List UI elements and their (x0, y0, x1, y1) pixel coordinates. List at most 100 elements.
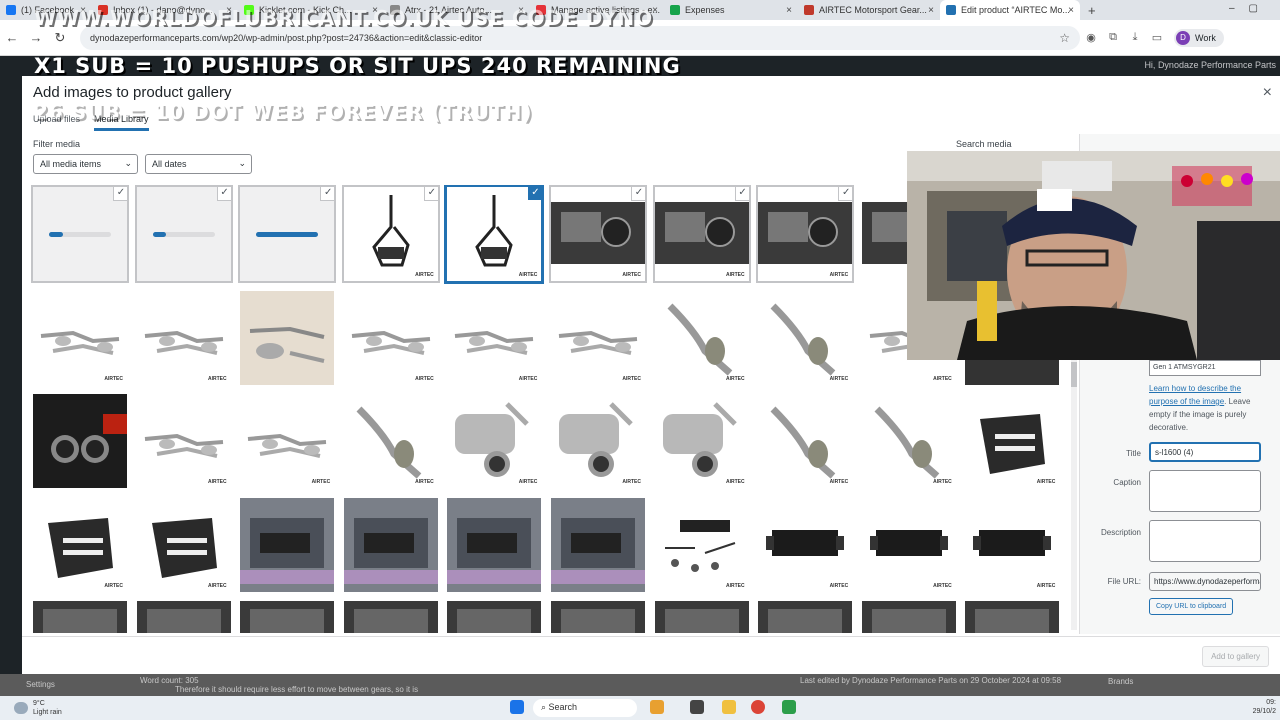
windows-start-icon[interactable] (510, 700, 524, 714)
media-thumbnail[interactable]: AIRTEC (33, 497, 127, 592)
media-thumbnail[interactable]: AIRTEC (758, 290, 853, 385)
media-thumbnail[interactable]: AIRTEC ✓ (341, 185, 440, 283)
thumbnail-image (861, 497, 956, 592)
media-thumbnail[interactable] (240, 497, 335, 592)
wp-settings-menu[interactable]: Settings (26, 680, 55, 689)
alt-text-help: Learn how to describe the purpose of the… (1149, 382, 1264, 434)
media-thumbnail[interactable]: ✓ (134, 185, 233, 283)
forward-icon[interactable]: → (24, 30, 48, 45)
media-thumbnail[interactable] (240, 290, 335, 385)
media-thumbnail[interactable] (861, 601, 956, 633)
media-thumbnail[interactable]: AIRTEC (136, 497, 231, 592)
checkmark-icon[interactable]: ✓ (113, 187, 127, 201)
file-explorer-icon[interactable] (722, 700, 736, 714)
media-thumbnail[interactable]: AIRTEC (758, 394, 853, 489)
media-thumbnail[interactable] (551, 601, 645, 633)
date-filter[interactable]: All dates ⌄ (145, 154, 252, 174)
media-thumbnail[interactable]: AIRTEC (654, 497, 749, 592)
media-thumbnail[interactable]: AIRTEC ✓ (652, 185, 751, 283)
extension-icon[interactable]: ◉ (1080, 31, 1102, 44)
system-clock[interactable]: 09: 29/10/2 (1253, 698, 1276, 716)
browser-tab[interactable]: Edit product “AIRTEC Mo... × (940, 0, 1080, 20)
media-thumbnail[interactable]: AIRTEC (136, 290, 231, 385)
app-icon[interactable] (782, 700, 796, 714)
file-url-field[interactable]: https://www.dynodazeperformanceparts.com (1149, 572, 1261, 591)
brand-watermark: AIRTEC (725, 272, 745, 278)
media-thumbnail[interactable]: AIRTEC (654, 290, 749, 385)
thumbnail-image (343, 394, 438, 489)
browser-tab[interactable]: AIRTEC Motorsport Gear... × (798, 0, 940, 20)
wp-greeting[interactable]: Hi, Dynodaze Performance Parts (1144, 60, 1276, 70)
media-thumbnail[interactable]: AIRTEC ✓ (549, 185, 647, 283)
media-grid-scrollbar[interactable] (1071, 360, 1077, 630)
media-thumbnail[interactable]: AIRTEC (965, 394, 1060, 489)
copy-url-button[interactable]: Copy URL to clipboard (1149, 598, 1234, 615)
media-thumbnail[interactable]: AIRTEC (551, 394, 645, 489)
description-field[interactable] (1149, 520, 1261, 562)
media-thumbnail[interactable]: AIRTEC (343, 394, 438, 489)
back-icon[interactable]: ← (0, 30, 24, 45)
media-thumbnail[interactable] (654, 601, 749, 633)
media-thumbnail[interactable] (758, 601, 853, 633)
chrome-icon[interactable] (751, 700, 765, 714)
media-thumbnail[interactable] (965, 601, 1060, 633)
media-thumbnail[interactable]: AIRTEC ✓ (444, 185, 545, 284)
media-thumbnail[interactable]: AIRTEC (551, 290, 645, 385)
media-thumbnail[interactable] (343, 601, 438, 633)
media-thumbnail[interactable]: AIRTEC (965, 497, 1060, 592)
media-thumbnail[interactable]: AIRTEC (861, 394, 956, 489)
media-thumbnail[interactable] (33, 394, 127, 489)
media-thumbnail[interactable]: AIRTEC (33, 290, 127, 385)
weather-widget[interactable]: 9°C Light rain (14, 699, 62, 717)
checkmark-icon[interactable]: ✓ (631, 187, 645, 201)
media-thumbnail[interactable]: AIRTEC (654, 394, 749, 489)
checkmark-icon[interactable]: ✓ (320, 187, 335, 201)
add-to-gallery-button[interactable]: Add to gallery (1202, 646, 1269, 667)
checkmark-icon[interactable]: ✓ (423, 187, 438, 201)
media-thumbnail[interactable] (343, 497, 438, 592)
media-thumbnail[interactable]: AIRTEC (240, 394, 335, 489)
media-thumbnail[interactable] (136, 601, 231, 633)
tab-close-icon[interactable]: × (786, 5, 792, 16)
checkmark-icon[interactable]: ✓ (838, 187, 853, 201)
media-thumbnail[interactable]: AIRTEC ✓ (756, 185, 855, 283)
close-icon[interactable]: × (1263, 84, 1272, 102)
thumbnail-image (758, 497, 853, 592)
media-thumbnail[interactable] (551, 497, 645, 592)
media-thumbnail[interactable]: AIRTEC (758, 497, 853, 592)
media-type-filter[interactable]: All media items ⌄ (33, 154, 138, 174)
checkmark-icon[interactable]: ✓ (216, 187, 231, 201)
new-tab-button[interactable]: + (1080, 3, 1104, 18)
task-view-icon[interactable] (690, 700, 704, 714)
bookmark-star-icon[interactable]: ☆ (1059, 31, 1070, 45)
tab-close-icon[interactable]: × (928, 5, 934, 16)
media-thumbnail[interactable] (240, 601, 335, 633)
checkmark-icon[interactable]: ✓ (527, 187, 542, 201)
media-thumbnail[interactable]: AIRTEC (343, 290, 438, 385)
extensions-puzzle-icon[interactable]: ⧉ (1102, 31, 1124, 44)
brand-watermark: AIRTEC (104, 375, 123, 382)
chevron-down-icon: ⌄ (124, 158, 132, 168)
tab-close-icon[interactable]: × (1068, 5, 1074, 16)
taskbar-search[interactable]: ⌕ Search (533, 699, 637, 717)
media-thumbnail[interactable]: ✓ (31, 185, 129, 283)
media-thumbnail[interactable] (447, 497, 542, 592)
caption-field[interactable] (1149, 470, 1261, 512)
profile-button[interactable]: D Work (1174, 28, 1224, 47)
title-field[interactable]: s-l1600 (4) (1149, 442, 1261, 462)
media-thumbnail[interactable]: ✓ (238, 185, 337, 283)
media-thumbnail[interactable] (33, 601, 127, 633)
media-thumbnail[interactable]: AIRTEC (447, 394, 542, 489)
copilot-icon[interactable] (650, 700, 664, 714)
media-thumbnail[interactable] (447, 601, 542, 633)
alt-text-field[interactable]: Gen 1 ATMSYGR21 (1149, 360, 1261, 376)
browser-tab[interactable]: Expenses × (664, 0, 798, 20)
window-controls[interactable]: –▢ (1229, 3, 1272, 14)
sidebar-icon[interactable]: ▭ (1146, 31, 1168, 44)
media-thumbnail[interactable]: AIRTEC (861, 497, 956, 592)
media-thumbnail[interactable]: AIRTEC (447, 290, 542, 385)
download-icon[interactable]: ⤓ (1124, 31, 1146, 44)
reload-icon[interactable]: ↻ (48, 30, 72, 46)
checkmark-icon[interactable]: ✓ (734, 187, 749, 201)
media-thumbnail[interactable]: AIRTEC (136, 394, 231, 489)
